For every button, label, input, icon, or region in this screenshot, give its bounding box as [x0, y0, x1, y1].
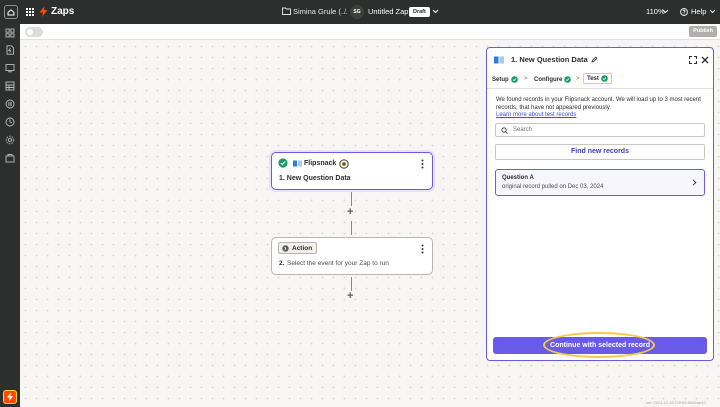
- check-circle-icon: [564, 76, 572, 83]
- breadcrumb-separator: /: [344, 7, 347, 16]
- info-text: We found records in your Flipsnack accou…: [496, 97, 701, 111]
- chevron-down-icon[interactable]: [432, 9, 439, 14]
- close-icon[interactable]: [701, 56, 709, 64]
- flipsnack-logo-icon: [293, 160, 302, 167]
- help-button[interactable]: Help: [680, 7, 716, 16]
- check-circle-icon: [510, 76, 518, 83]
- help-circle-icon: [680, 7, 688, 16]
- action-badge-label: Action: [292, 244, 313, 252]
- expand-icon[interactable]: [689, 56, 697, 64]
- record-item[interactable]: Question A original record pulled on Dec…: [495, 169, 705, 196]
- chevron-down-icon: [710, 9, 716, 14]
- home-icon[interactable]: [4, 5, 18, 19]
- tab-setup[interactable]: Setup: [492, 76, 518, 83]
- learn-more-link[interactable]: Learn more about test records: [496, 112, 576, 118]
- trigger-app-name: Flipsnack: [304, 160, 337, 167]
- panel-title-text: 1. New Question Data: [511, 55, 588, 64]
- step-detail-panel: 1. New Question Data Setup > Configure >…: [486, 47, 714, 361]
- connector-line: [351, 221, 352, 235]
- left-sidebar: [0, 24, 20, 407]
- zap-on-off-toggle[interactable]: [25, 27, 43, 37]
- tab-separator: >: [576, 76, 580, 82]
- connector-line: [351, 192, 352, 206]
- zap-name[interactable]: Untitled Zap: [368, 7, 408, 16]
- top-bar: Zaps Simina Grule (... / SG Untitled Zap…: [0, 0, 720, 24]
- grid-icon[interactable]: [26, 8, 34, 16]
- test-info-text: We found records in your Flipsnack accou…: [496, 97, 706, 120]
- tab-test-label: Test: [587, 75, 599, 82]
- search-placeholder: Search: [513, 127, 533, 133]
- dashboard-icon[interactable]: [5, 28, 15, 38]
- action-badge: Action: [278, 242, 318, 254]
- publish-button[interactable]: Publish: [689, 26, 717, 37]
- tab-setup-label: Setup: [492, 76, 509, 83]
- avatar: SG: [350, 5, 364, 19]
- panel-title[interactable]: 1. New Question Data: [511, 55, 598, 64]
- find-new-records-button[interactable]: Find new records: [495, 144, 705, 160]
- apps-icon[interactable]: [5, 153, 15, 163]
- action-more-icon[interactable]: [421, 244, 424, 254]
- connector-line: [351, 277, 352, 291]
- tab-separator: >: [524, 76, 528, 82]
- action-step-card[interactable]: Action 2. Select the event for your Zap …: [271, 237, 433, 275]
- tab-configure[interactable]: Configure: [534, 76, 572, 83]
- trigger-more-icon[interactable]: [421, 159, 424, 169]
- action-step-number: 2.: [279, 260, 285, 267]
- zoom-chevron-icon[interactable]: [662, 9, 669, 14]
- zapier-logo-icon[interactable]: [3, 390, 17, 404]
- check-circle-icon: [601, 75, 608, 82]
- action-circle-icon: [282, 244, 289, 252]
- record-subtitle: original record pulled on Dec 03, 2024: [502, 184, 604, 190]
- action-description: Select the event for your Zap to run: [287, 260, 389, 267]
- editor-toolbar: Publish: [20, 24, 720, 40]
- edit-pencil-icon[interactable]: [591, 56, 598, 63]
- check-circle-icon: [278, 158, 288, 168]
- version-text: ver. 2024-12-03T09:59-80d6ae42: [646, 400, 706, 405]
- search-icon: [501, 127, 508, 134]
- status-badge: Draft: [409, 7, 430, 17]
- tables-icon[interactable]: [5, 81, 15, 91]
- add-circle-icon[interactable]: [339, 159, 349, 169]
- zaps-icon[interactable]: [5, 45, 15, 55]
- history-icon[interactable]: [5, 117, 15, 127]
- add-step-button[interactable]: +: [347, 290, 353, 302]
- settings-icon[interactable]: [5, 135, 15, 145]
- help-label: Help: [691, 7, 707, 16]
- add-step-button[interactable]: +: [347, 206, 353, 218]
- chevron-right-icon: [692, 179, 697, 186]
- record-title: Question A: [502, 175, 534, 181]
- trigger-step-card[interactable]: Flipsnack 1. New Question Data: [271, 152, 433, 190]
- zap-bolt-icon: [39, 6, 48, 17]
- tab-test[interactable]: Test: [583, 73, 612, 84]
- transfers-icon[interactable]: [5, 99, 15, 109]
- folder-icon: [282, 7, 291, 15]
- continue-with-selected-record-button[interactable]: Continue with selected record: [493, 337, 707, 354]
- interfaces-icon[interactable]: [5, 63, 15, 73]
- step-tabs: Setup > Configure > Test: [487, 72, 713, 89]
- trigger-title: 1. New Question Data: [279, 175, 351, 182]
- flipsnack-logo-icon: [494, 56, 504, 64]
- app-name[interactable]: Zaps: [51, 6, 74, 17]
- tab-configure-label: Configure: [534, 76, 563, 83]
- folder-owner[interactable]: Simina Grule (...: [293, 7, 347, 16]
- search-input[interactable]: Search: [495, 123, 705, 137]
